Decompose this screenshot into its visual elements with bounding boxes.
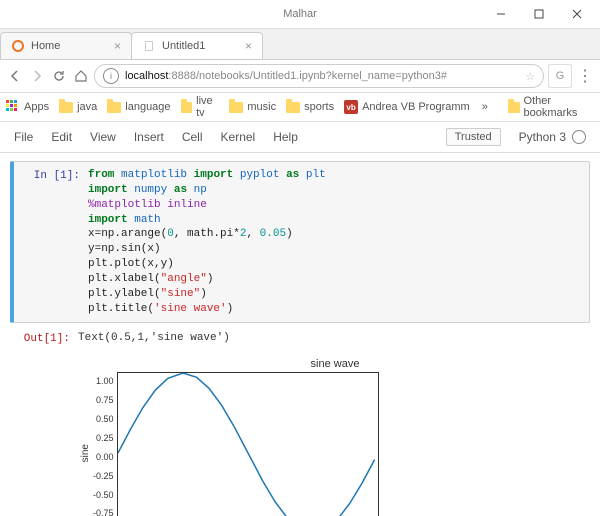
browser-tabstrip: Home × Untitled1 ×: [0, 29, 600, 60]
window-maximize-button[interactable]: [520, 2, 558, 26]
sine-line: [118, 373, 378, 516]
output-area: Out[1]: Text(0.5,1,'sine wave'): [10, 329, 590, 348]
folder-icon: [508, 102, 520, 113]
reload-button[interactable]: [50, 67, 68, 85]
bookmark-folder-language[interactable]: language: [107, 101, 170, 113]
menu-insert[interactable]: Insert: [134, 130, 164, 144]
bookmark-folder-music[interactable]: music: [229, 101, 276, 113]
other-bookmarks[interactable]: Other bookmarks: [508, 95, 594, 119]
menu-cell[interactable]: Cell: [182, 130, 203, 144]
apps-icon: [6, 100, 20, 114]
notebook-icon: [142, 39, 156, 53]
url-path: :8888/notebooks/Untitled1.ipynb?kernel_n…: [168, 70, 447, 82]
plot-figure: sine wave sine 1.000.750.500.250.00-0.25…: [80, 358, 590, 516]
output-prompt: Out[1]:: [10, 329, 78, 348]
close-icon[interactable]: ×: [114, 39, 121, 53]
code-cell[interactable]: In [1]: from matplotlib import pyplot as…: [10, 161, 590, 323]
browser-tab-untitled1[interactable]: Untitled1 ×: [131, 32, 263, 59]
kernel-status-icon: [572, 130, 586, 144]
code-content[interactable]: from matplotlib import pyplot as plt imp…: [88, 166, 326, 318]
url-input[interactable]: i localhost:8888/notebooks/Untitled1.ipy…: [94, 64, 544, 88]
browser-menu-button[interactable]: ⋮: [576, 67, 594, 85]
forward-button[interactable]: [28, 67, 46, 85]
star-icon[interactable]: ☆: [525, 70, 535, 83]
menu-file[interactable]: File: [14, 130, 33, 144]
folder-icon: [229, 102, 243, 113]
address-bar: i localhost:8888/notebooks/Untitled1.ipy…: [0, 60, 600, 93]
kernel-indicator[interactable]: Python 3: [519, 130, 586, 144]
window-titlebar: Malhar: [0, 0, 600, 29]
window-close-button[interactable]: [558, 2, 596, 26]
notebook-area[interactable]: In [1]: from matplotlib import pyplot as…: [0, 153, 600, 516]
input-prompt: In [1]:: [20, 166, 88, 318]
jupyter-menubar: File Edit View Insert Cell Kernel Help T…: [0, 122, 600, 153]
bookmark-folder-java[interactable]: java: [59, 101, 97, 113]
apps-label: Apps: [24, 101, 49, 113]
plot-title: sine wave: [80, 358, 590, 370]
window-user-label: Malhar: [283, 8, 317, 20]
tab-label: Untitled1: [162, 40, 239, 52]
url-host: localhost: [125, 70, 168, 82]
folder-icon: [107, 102, 121, 113]
menu-kernel[interactable]: Kernel: [221, 130, 256, 144]
jupyter-icon: [11, 39, 25, 53]
bookmark-andrea-vb[interactable]: vbAndrea VB Programm: [344, 100, 470, 114]
menu-help[interactable]: Help: [273, 130, 298, 144]
plot-axes: [117, 372, 379, 516]
site-info-icon[interactable]: i: [103, 68, 119, 84]
folder-icon: [181, 102, 193, 113]
bookmarks-overflow[interactable]: »: [482, 101, 488, 113]
plot-ylabel: sine: [80, 444, 91, 462]
home-button[interactable]: [72, 67, 90, 85]
folder-icon: [286, 102, 300, 113]
tab-label: Home: [31, 40, 108, 52]
apps-button[interactable]: Apps: [6, 100, 49, 114]
back-button[interactable]: [6, 67, 24, 85]
plot-yticks: 1.000.750.500.250.00-0.25-0.50-0.75-1.00: [93, 373, 117, 516]
bookmark-folder-sports[interactable]: sports: [286, 101, 334, 113]
output-text: Text(0.5,1,'sine wave'): [78, 329, 230, 348]
window-minimize-button[interactable]: [482, 2, 520, 26]
trusted-badge[interactable]: Trusted: [446, 128, 501, 146]
search-engine-button[interactable]: G: [548, 64, 572, 88]
browser-tab-home[interactable]: Home ×: [0, 32, 132, 59]
menu-edit[interactable]: Edit: [51, 130, 72, 144]
bookmark-folder-livetv[interactable]: live tv: [181, 95, 220, 119]
close-icon[interactable]: ×: [245, 39, 252, 53]
folder-icon: [59, 102, 73, 113]
shield-icon: vb: [344, 100, 358, 114]
menu-view[interactable]: View: [90, 130, 116, 144]
bookmarks-bar: Apps java language live tv music sports …: [0, 93, 600, 122]
